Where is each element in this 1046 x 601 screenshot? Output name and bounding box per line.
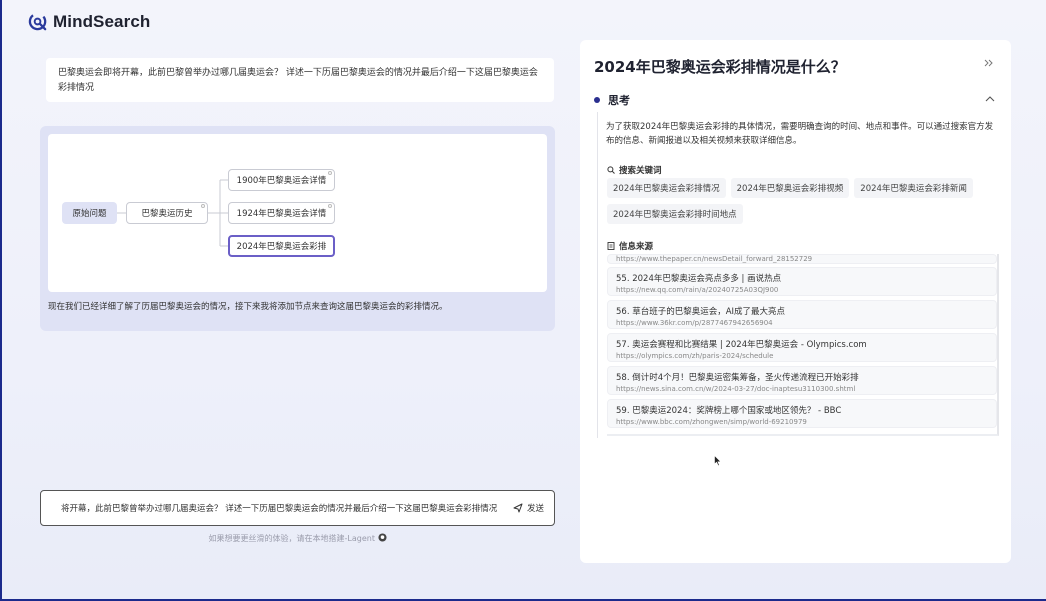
reasoning-graph: 原始问题 巴黎奥运历史 1900年巴黎奥运会详情 1924年巴黎奥运会详情 20… [48,134,547,292]
mouse-cursor-icon [714,455,722,467]
source-item[interactable]: 58. 倒计时4个月！巴黎奥运密集筹备，圣火传递流程已开始彩排 https://… [607,366,997,395]
keywords-list: 2024年巴黎奥运会彩排情况 2024年巴黎奥运会彩排视频 2024年巴黎奥运会… [607,178,997,224]
graph-caption: 现在我们已经详细了解了历届巴黎奥运会的情况，接下来我将添加节点来查询这届巴黎奥运… [48,302,448,312]
detail-title: 2024年巴黎奥运会彩排情况是什么？ [594,58,846,76]
source-url: https://new.qq.com/rain/a/20240725A03QJ9… [616,286,779,294]
source-url: https://news.sina.com.cn/w/2024-03-27/do… [616,385,856,393]
graph-node-1924[interactable]: 1924年巴黎奥运会详情 [228,202,335,224]
think-text: 为了获取2024年巴黎奥运会彩排的具体情况，需要明确查询的时间、地点和事件。可以… [606,122,994,146]
source-item[interactable]: 56. 草台班子的巴黎奥运会，AI成了最大亮点 https://www.36kr… [607,300,997,329]
footnote: 如果想要更丝滑的体验，请在本地搭建-Lagent [0,533,595,544]
keywords-label: 搜索关键词 [619,166,662,176]
search-icon [607,166,615,174]
graph-node-1900[interactable]: 1900年巴黎奥运会详情 [228,169,335,191]
github-icon[interactable] [377,533,387,542]
sources-list[interactable]: https://www.thepaper.cn/newsDetail_forwa… [607,254,999,436]
source-item[interactable]: 55. 2024年巴黎奥运会亮点多多 | 画说热点 https://new.qq… [607,267,997,296]
chat-input-text[interactable]: 将开幕，此前巴黎曾举办过哪几届奥运会？ 详述一下历届巴黎奥运会的情况并最后介绍一… [61,502,513,514]
graph-node-2024-label: 2024年巴黎奥运会彩排 [236,242,327,252]
window-frame-left [0,0,2,601]
source-item[interactable]: https://www.thepaper.cn/newsDetail_forwa… [607,254,997,264]
user-query-message: 巴黎奥运会即将开幕，此前巴黎曾举办过哪几届奥运会？ 详述一下历届巴黎奥运会的情况… [46,58,554,102]
keyword-chip[interactable]: 2024年巴黎奥运会彩排时间地点 [607,204,743,224]
keyword-chip[interactable]: 2024年巴黎奥运会彩排新闻 [854,178,973,198]
sources-label: 信息来源 [619,242,654,252]
collapse-panel-icon[interactable] [983,57,995,69]
reasoning-graph-panel: 原始问题 巴黎奥运历史 1900年巴黎奥运会详情 1924年巴黎奥运会详情 20… [40,126,555,331]
source-title: 58. 倒计时4个月！巴黎奥运密集筹备，圣火传递流程已开始彩排 [616,373,859,383]
graph-node-2024-selected[interactable]: 2024年巴黎奥运会彩排 [228,235,335,257]
graph-node-root-label: 原始问题 [72,209,107,219]
keyword-chip[interactable]: 2024年巴黎奥运会彩排情况 [607,178,726,198]
source-url: https://olympics.com/zh/paris-2024/sched… [616,352,774,360]
app-name: MindSearch [53,11,151,31]
keyword-chip[interactable]: 2024年巴黎奥运会彩排视频 [730,178,850,198]
node-indicator-icon [328,171,332,175]
node-indicator-icon [201,204,205,208]
mindsearch-logo-icon [28,12,47,31]
source-item[interactable]: 59. 巴黎奥运2024：奖牌榜上哪个国家或地区领先？ - BBC https:… [607,399,997,428]
source-title: 57. 奥运会赛程和比赛结果 | 2024年巴黎奥运会 - Olympics.c… [616,340,867,350]
keywords-header: 搜索关键词 [607,164,662,176]
graph-node-root[interactable]: 原始问题 [62,202,117,224]
chevron-up-icon[interactable] [985,95,995,103]
source-title: 56. 草台班子的巴黎奥运会，AI成了最大亮点 [616,307,786,317]
graph-node-history[interactable]: 巴黎奥运历史 [126,202,208,224]
source-url: https://www.bbc.com/zhongwen/simp/world-… [616,418,807,426]
node-indicator-icon [328,204,332,208]
timeline-line [597,112,598,438]
graph-node-1900-label: 1900年巴黎奥运会详情 [236,176,327,186]
send-button[interactable]: 发送 [513,502,544,514]
sources-header: 信息来源 [607,240,653,252]
source-title: 55. 2024年巴黎奥运会亮点多多 | 画说热点 [616,274,782,284]
think-dot-icon [594,97,600,103]
think-section-header[interactable]: 思考 [594,92,630,108]
source-item[interactable]: 57. 奥运会赛程和比赛结果 | 2024年巴黎奥运会 - Olympics.c… [607,333,997,362]
app-logo[interactable]: MindSearch [28,11,150,32]
node-detail-panel: 2024年巴黎奥运会彩排情况是什么？ 思考 为了获取2024年巴黎奥运会彩排的具… [580,40,1011,563]
footnote-text: 如果想要更丝滑的体验，请在本地搭建-Lagent [208,534,375,543]
source-url: https://www.36kr.com/p/2877467942656904 [616,319,773,327]
source-title: 59. 巴黎奥运2024：奖牌榜上哪个国家或地区领先？ - BBC [616,406,842,416]
send-icon [513,503,523,513]
send-button-label: 发送 [526,504,544,514]
document-icon [607,242,615,250]
think-label: 思考 [608,94,630,107]
graph-node-1924-label: 1924年巴黎奥运会详情 [236,209,327,219]
source-url: https://www.thepaper.cn/newsDetail_forwa… [616,255,813,263]
graph-node-history-label: 巴黎奥运历史 [141,209,193,219]
chat-input[interactable]: 将开幕，此前巴黎曾举办过哪几届奥运会？ 详述一下历届巴黎奥运会的情况并最后介绍一… [40,490,555,526]
